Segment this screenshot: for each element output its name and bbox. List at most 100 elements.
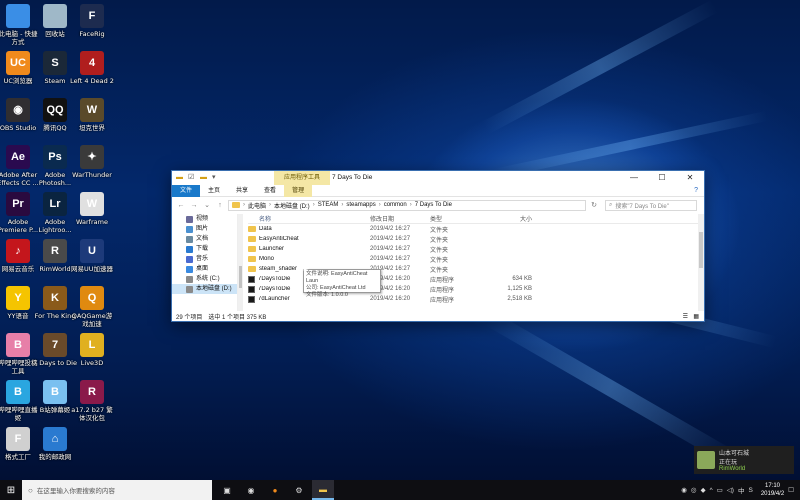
breadcrumb-item[interactable]: common xyxy=(384,202,407,208)
desktop-icon[interactable]: L Live3D xyxy=(70,333,114,367)
clock[interactable]: 17:10 2019/4/2 xyxy=(761,482,784,498)
ime-icon[interactable]: S xyxy=(748,487,752,494)
breadcrumb-separator-icon[interactable]: › xyxy=(410,202,412,208)
nav-item-label: 下载 xyxy=(196,246,209,252)
folder-icon xyxy=(248,256,256,262)
details-view-icon[interactable]: ☰ xyxy=(683,313,688,320)
maximize-button[interactable]: ☐ xyxy=(648,171,676,185)
forward-arrow-icon[interactable]: → xyxy=(189,202,199,209)
file-explorer-taskbar-icon[interactable]: ▬ xyxy=(312,480,334,500)
app-icon: B xyxy=(43,380,67,404)
nav-item[interactable]: 文档 xyxy=(172,234,237,244)
nav-item-icon xyxy=(186,215,193,223)
back-arrow-icon[interactable]: ← xyxy=(176,202,186,209)
help-icon[interactable]: ? xyxy=(694,185,698,197)
up-arrow-icon[interactable]: ↑ xyxy=(215,202,225,209)
desktop-icon[interactable]: U 网易UU加速器 xyxy=(70,239,114,273)
file-row[interactable]: Mono 2019/4/2 16:27 文件夹 xyxy=(248,254,698,264)
taskbar-search-input[interactable]: ○ 在这里输入你要搜索的内容 xyxy=(22,480,212,500)
file-date: 2019/4/2 16:27 xyxy=(370,256,411,262)
refresh-icon[interactable]: ↻ xyxy=(589,201,599,209)
tab-file[interactable]: 文件 xyxy=(172,184,201,197)
desktop-icon[interactable]: ✦ WarThunder xyxy=(70,145,114,179)
nav-item[interactable]: 图片 xyxy=(172,224,237,234)
file-row[interactable]: Data 2019/4/2 16:27 文件夹 xyxy=(248,224,698,234)
tray-app-icon[interactable]: ◆ xyxy=(701,486,706,494)
breadcrumb-item[interactable]: 此电脑 xyxy=(248,201,266,210)
ime-icon[interactable]: 中 xyxy=(738,485,745,495)
nav-item[interactable]: 视频 xyxy=(172,214,237,224)
tray-app-icon[interactable]: ◎ xyxy=(691,486,697,494)
minimize-button[interactable]: — xyxy=(620,171,648,185)
app-icon: ✦ xyxy=(80,145,104,169)
breadcrumb-item[interactable]: steamapps xyxy=(346,202,375,208)
tab-view[interactable]: 查看 xyxy=(256,185,284,197)
address-bar[interactable]: › 此电脑 › 本地磁盘 (D:) › STEAM › steamapps › common › 7 … xyxy=(228,199,586,211)
desktop-icon[interactable]: Ra17.2 b27 繁体汉化包 xyxy=(70,380,114,422)
network-icon[interactable]: ▭ xyxy=(717,486,723,494)
task-view-icon[interactable]: ▣ xyxy=(216,480,238,500)
tab-manage[interactable]: 管理 xyxy=(284,184,313,197)
tab-home[interactable]: 主页 xyxy=(200,185,228,197)
close-button[interactable]: ✕ xyxy=(676,171,704,185)
start-button[interactable]: ⊞ xyxy=(0,480,22,500)
file-row[interactable]: EasyAntiCheat 2019/4/2 16:27 文件夹 xyxy=(248,234,698,244)
large-icons-view-icon[interactable]: ▦ xyxy=(693,313,699,320)
app-icon: K xyxy=(43,286,67,310)
folder-icon[interactable]: ▬ xyxy=(200,173,209,182)
desktop-icon[interactable]: ⌂ 我的邮政网 xyxy=(33,427,77,461)
chevron-up-icon[interactable]: ^ xyxy=(710,487,713,494)
desktop-icon[interactable]: W 坦克世界 xyxy=(70,98,114,132)
app-icon: U xyxy=(80,239,104,263)
steam-notification[interactable]: 山本可石城 正在玩 RimWorld xyxy=(694,446,794,474)
file-type: 应用程序 xyxy=(430,287,455,294)
column-date[interactable]: 修改日期 xyxy=(370,214,430,223)
column-name[interactable]: 名称 xyxy=(248,214,370,223)
nav-item[interactable]: 本地磁盘 (D:) xyxy=(172,284,237,294)
dropdown-icon[interactable]: ▾ xyxy=(212,173,221,182)
search-input[interactable]: ⌕ 搜索"7 Days To Die" xyxy=(605,199,697,211)
app-icon: 4 xyxy=(80,51,104,75)
desktop-icon[interactable]: W Warframe xyxy=(70,192,114,226)
breadcrumb-separator-icon[interactable]: › xyxy=(341,202,343,208)
checkbox-icon[interactable]: ☑ xyxy=(188,173,197,182)
column-size[interactable]: 大小 xyxy=(488,214,532,223)
recent-dropdown-icon[interactable]: ⌄ xyxy=(202,201,212,209)
nav-item-icon xyxy=(186,225,193,233)
file-list-scroll-thumb[interactable] xyxy=(699,232,703,268)
clock-date: 2019/4/2 xyxy=(760,491,785,497)
volume-icon[interactable]: ◁) xyxy=(727,486,734,494)
nav-item[interactable]: 系统 (C:) xyxy=(172,274,237,284)
obs-taskbar-icon[interactable]: ◉ xyxy=(240,480,262,500)
desktop-icon[interactable]: F FaceRig xyxy=(70,4,114,38)
title-bar[interactable]: ▬ ☑ ▬ ▾ 应用程序工具 7 Days To Die — ☐ ✕ xyxy=(172,171,704,185)
fox-app-taskbar-icon[interactable]: ● xyxy=(264,480,286,500)
column-type[interactable]: 类型 xyxy=(430,214,488,223)
file-list-scrollbar[interactable] xyxy=(698,214,704,311)
breadcrumb-item[interactable]: 7 Days To Die xyxy=(415,202,452,208)
file-row[interactable]: Launcher 2019/4/2 16:27 文件夹 xyxy=(248,244,698,254)
tray-app-icon[interactable]: ◉ xyxy=(681,486,687,494)
steam-taskbar-icon[interactable]: ⚙ xyxy=(288,480,310,500)
breadcrumb-separator-icon[interactable]: › xyxy=(313,202,315,208)
desktop-icon[interactable]: Q QAQGame游戏加速 xyxy=(70,286,114,328)
nav-item[interactable]: 音乐 xyxy=(172,254,237,264)
app-icon: F xyxy=(6,427,30,451)
tab-share[interactable]: 共享 xyxy=(228,185,256,197)
notification-center-icon[interactable]: ☐ xyxy=(788,486,794,494)
nav-item-label: 文档 xyxy=(196,236,209,242)
breadcrumb-separator-icon[interactable]: › xyxy=(243,202,245,208)
nav-scrollbar[interactable] xyxy=(238,214,243,311)
breadcrumb-separator-icon[interactable]: › xyxy=(379,202,381,208)
nav-scroll-thumb[interactable] xyxy=(239,266,242,288)
nav-item[interactable]: 桌面 xyxy=(172,264,237,274)
breadcrumb-item[interactable]: 本地磁盘 (D:) xyxy=(274,201,310,210)
breadcrumb-separator-icon[interactable]: › xyxy=(269,202,271,208)
nav-item[interactable]: 下载 xyxy=(172,244,237,254)
application-icon xyxy=(248,275,255,283)
desktop-icon-label: WarThunder xyxy=(72,171,112,179)
breadcrumb-item[interactable]: STEAM xyxy=(318,202,339,208)
file-explorer-window[interactable]: ▬ ☑ ▬ ▾ 应用程序工具 7 Days To Die — ☐ ✕ 文件 主页… xyxy=(171,170,705,322)
app-icon: UC xyxy=(6,51,30,75)
desktop-icon[interactable]: 4 Left 4 Dead 2 xyxy=(70,51,114,85)
